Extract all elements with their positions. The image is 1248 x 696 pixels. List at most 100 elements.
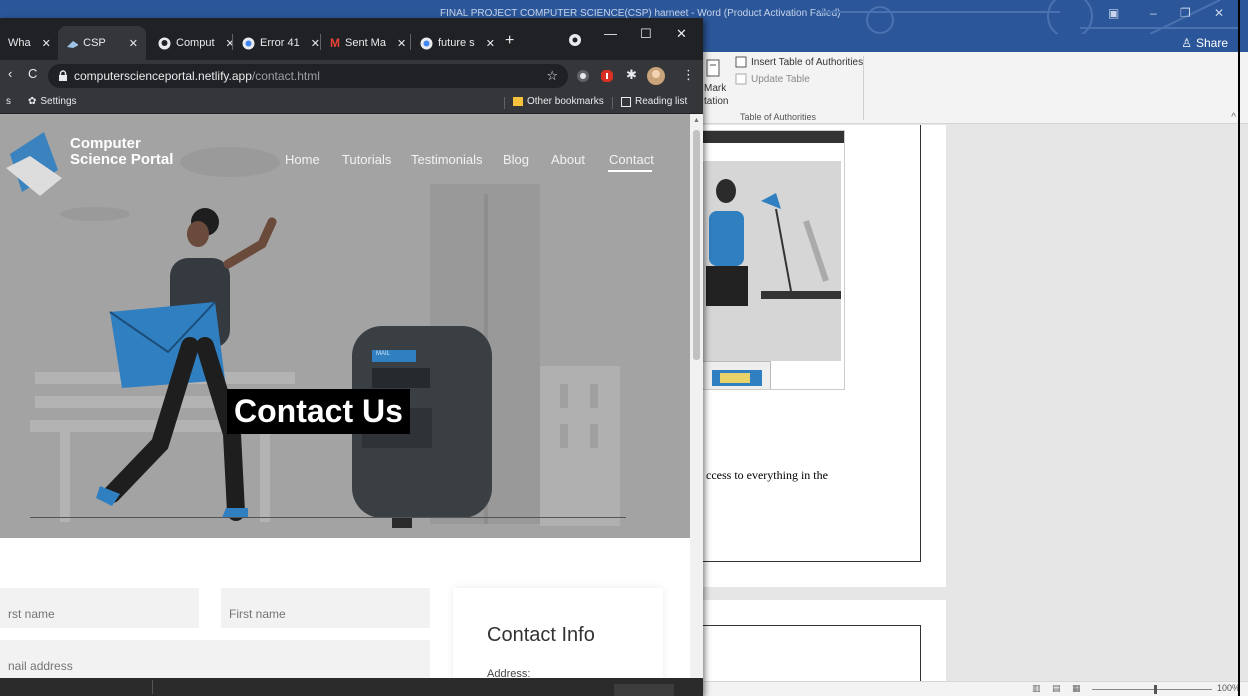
embedded-hero-scene bbox=[701, 161, 841, 361]
back-icon[interactable]: ‹ bbox=[8, 66, 12, 81]
document-body-text[interactable]: ccess to everything in the bbox=[706, 468, 828, 483]
share-button[interactable]: ♙ Share bbox=[1181, 36, 1228, 50]
page-viewport: Computer Science Portal Home Tutorials T… bbox=[0, 114, 690, 696]
bookmark-star-icon[interactable]: ☆ bbox=[546, 68, 558, 84]
embedded-browser-bar bbox=[701, 131, 844, 143]
zoom-slider-thumb[interactable] bbox=[1154, 685, 1157, 694]
ribbon-divider bbox=[863, 56, 864, 120]
chrome-window: Wha ✕ CSP ✕ Comput ✕ Error 41 ✕ M Sent M… bbox=[0, 18, 703, 696]
other-bookmarks-label: Other bookmarks bbox=[527, 96, 604, 107]
page-title: Contact Us bbox=[227, 389, 410, 434]
brand-line-2: Science Portal bbox=[70, 151, 174, 168]
read-mode-icon[interactable]: ▥ bbox=[1032, 683, 1041, 694]
nav-blog[interactable]: Blog bbox=[503, 152, 529, 167]
close-tab-icon[interactable]: ✕ bbox=[486, 37, 495, 50]
nav-about[interactable]: About bbox=[551, 152, 585, 167]
nav-testimonials[interactable]: Testimonials bbox=[411, 152, 483, 167]
tab-label: Error 41 bbox=[260, 37, 300, 49]
close-tab-icon[interactable]: ✕ bbox=[129, 37, 138, 50]
gmail-icon: M bbox=[330, 36, 340, 50]
zoom-level[interactable]: 100% bbox=[1217, 683, 1240, 693]
mark-citation-label-1: Mark bbox=[704, 83, 727, 94]
tab-label: Comput bbox=[176, 37, 215, 49]
tab-csp[interactable]: CSP ✕ bbox=[58, 26, 146, 60]
scroll-up-icon[interactable]: ▲ bbox=[693, 117, 700, 124]
web-layout-icon[interactable]: ▦ bbox=[1072, 683, 1081, 694]
first-name-input[interactable] bbox=[0, 588, 199, 628]
ribbon-group-label: Table of Authorities bbox=[740, 112, 817, 122]
minimize-button[interactable]: — bbox=[604, 26, 617, 41]
nav-tutorials[interactable]: Tutorials bbox=[342, 152, 391, 167]
google-icon bbox=[420, 37, 433, 49]
bookmark-truncated[interactable]: s bbox=[6, 96, 11, 107]
share-label: Share bbox=[1195, 36, 1228, 50]
address-bar[interactable]: computerscienceportal.netlify.app/contac… bbox=[48, 64, 568, 88]
tab-label: Wha bbox=[8, 37, 31, 49]
adblock-icon[interactable] bbox=[600, 69, 614, 83]
url-text[interactable]: computerscienceportal.netlify.app/contac… bbox=[74, 69, 320, 83]
embedded-illustration bbox=[701, 161, 841, 361]
more-menu-icon[interactable]: ⋮ bbox=[682, 67, 695, 83]
update-table-button[interactable]: Update Table bbox=[735, 73, 810, 85]
embedded-screenshot-image bbox=[700, 130, 845, 390]
tab-separator bbox=[320, 34, 321, 50]
extension-icon[interactable] bbox=[576, 69, 590, 83]
vertical-scrollbar[interactable]: ▲ ▼ bbox=[690, 114, 703, 696]
bookmark-settings[interactable]: ✿ Settings bbox=[28, 96, 77, 107]
ground-line bbox=[30, 517, 626, 518]
reading-list-label: Reading list bbox=[635, 96, 688, 107]
csp-logo-icon bbox=[67, 41, 79, 48]
close-tab-icon[interactable]: ✕ bbox=[397, 37, 406, 50]
insert-table-of-authorities-button[interactable]: Insert Table of Authorities bbox=[735, 56, 863, 68]
new-tab-button[interactable]: + bbox=[505, 32, 514, 50]
mark-citation-button[interactable] bbox=[705, 58, 723, 80]
close-window-button[interactable]: ✕ bbox=[676, 26, 687, 42]
last-name-input[interactable] bbox=[221, 588, 430, 628]
bottom-bar-button[interactable] bbox=[614, 684, 674, 696]
email-input[interactable] bbox=[0, 640, 430, 680]
github-icon bbox=[158, 37, 171, 49]
bookmarks-divider bbox=[504, 97, 505, 109]
other-bookmarks[interactable]: Other bookmarks bbox=[513, 96, 604, 107]
hero-illustration bbox=[6, 132, 620, 528]
tab-label: Sent Ma bbox=[345, 37, 386, 49]
folder-icon bbox=[513, 97, 523, 106]
tab-error[interactable]: Error 41 ✕ bbox=[234, 26, 328, 60]
extensions-puzzle-icon[interactable]: ✱ bbox=[626, 67, 637, 83]
ribbon-display-icon[interactable]: ▣ bbox=[1108, 6, 1119, 20]
nav-contact[interactable]: Contact bbox=[609, 152, 654, 167]
avatar[interactable] bbox=[646, 66, 666, 86]
word-close-button[interactable]: ✕ bbox=[1214, 6, 1224, 20]
nav-home[interactable]: Home bbox=[285, 152, 320, 167]
tab-whatsapp[interactable]: Wha ✕ bbox=[0, 26, 59, 60]
bookmarks-divider bbox=[612, 97, 613, 109]
maximize-button[interactable]: ☐ bbox=[640, 26, 652, 42]
collapse-ribbon-icon[interactable]: ^ bbox=[1231, 112, 1236, 123]
insert-toa-icon bbox=[735, 56, 747, 68]
lock-icon bbox=[59, 70, 67, 81]
tab-future[interactable]: future s ✕ bbox=[412, 26, 503, 60]
update-table-icon bbox=[735, 73, 747, 85]
word-restore-button[interactable]: ❐ bbox=[1180, 6, 1191, 20]
bottom-bar-divider bbox=[152, 680, 153, 694]
tab-separator bbox=[410, 34, 411, 50]
bookmarks-bar: s ✿ Settings Other bookmarks Reading lis… bbox=[0, 92, 703, 114]
print-layout-icon[interactable]: ▤ bbox=[1052, 683, 1061, 694]
scrollbar-thumb[interactable] bbox=[693, 130, 700, 360]
reading-list-icon bbox=[621, 96, 631, 107]
reading-list[interactable]: Reading list bbox=[621, 96, 687, 107]
tab-gmail[interactable]: M Sent Ma ✕ bbox=[322, 26, 414, 60]
reload-icon[interactable]: C bbox=[28, 66, 37, 81]
tab-separator bbox=[232, 34, 233, 50]
tab-github[interactable]: Comput ✕ bbox=[150, 26, 243, 60]
close-tab-icon[interactable]: ✕ bbox=[42, 37, 51, 50]
close-tab-icon[interactable]: ✕ bbox=[311, 37, 320, 50]
active-nav-indicator bbox=[608, 170, 652, 172]
profile-circle-icon[interactable] bbox=[568, 33, 582, 47]
bottom-bar bbox=[0, 678, 703, 696]
zoom-slider[interactable] bbox=[1092, 689, 1212, 690]
site-logo-text[interactable]: Computer Science Portal bbox=[70, 136, 173, 168]
word-minimize-button[interactable]: – bbox=[1150, 6, 1157, 20]
person-icon: ♙ bbox=[1181, 36, 1192, 50]
mark-citation-icon bbox=[706, 59, 720, 77]
